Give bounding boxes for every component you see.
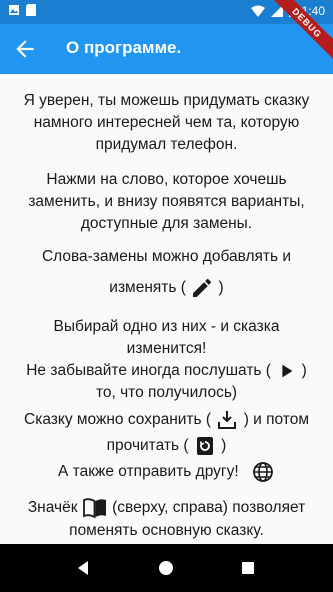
- text-line: доступные для замены.: [80, 215, 253, 232]
- play-icon: [282, 364, 293, 378]
- text-fragment: ): [301, 362, 307, 380]
- text-fragment: ) и потом: [243, 411, 309, 429]
- circle-home-icon: [159, 561, 173, 575]
- text-fragment: Не забывайте иногда послушать (: [26, 362, 271, 380]
- text-fragment: Значёк: [27, 499, 78, 517]
- sd-card-icon: [26, 4, 36, 16]
- text-line: изменится!: [126, 340, 207, 357]
- wifi-icon: [250, 5, 265, 17]
- text-line: Сказку можно сохранить ( ) и потом: [0, 408, 333, 432]
- text-fragment: прочитать (: [106, 437, 189, 455]
- nav-back-button[interactable]: [72, 556, 96, 580]
- restore-icon: [196, 437, 213, 455]
- replacement-words-paragraph: Слова-замены можно добавлять и изменять …: [0, 246, 333, 300]
- text-fragment: ): [221, 437, 227, 455]
- intro-paragraph: Я уверен, ты можешь придумать сказку нам…: [0, 90, 333, 156]
- text-fragment: Сказку можно сохранить (: [24, 411, 212, 429]
- nav-home-button[interactable]: [154, 556, 178, 580]
- status-left-icons: [8, 4, 36, 16]
- back-button[interactable]: [12, 36, 38, 62]
- debug-banner: DEBUG: [273, 0, 333, 60]
- square-recents-icon: [242, 562, 254, 574]
- page-title: О программе.: [66, 38, 182, 57]
- text-line: поменять основную сказку.: [69, 522, 264, 539]
- system-nav-bar: [0, 544, 333, 592]
- share-paragraph: А также отправить другу!: [0, 460, 333, 484]
- text-line: Не забывайте иногда послушать ( ): [0, 360, 333, 382]
- book-paragraph: Значёк (сверху, справа) позволяет поменя…: [0, 496, 333, 542]
- debug-label: DEBUG: [273, 0, 333, 60]
- text-fragment: (сверху, справа) позволяет: [112, 499, 306, 517]
- text-line: Нажми на слово, которое хочешь: [46, 171, 287, 188]
- text-line: прочитать ( ): [0, 434, 333, 458]
- nav-recents-button[interactable]: [236, 556, 260, 580]
- text-line: намного интересней чем та, которую: [33, 114, 300, 131]
- text-line: придумал телефон.: [95, 136, 238, 153]
- photo-notification-icon: [9, 5, 19, 15]
- tap-word-paragraph: Нажми на слово, которое хочешь заменить,…: [0, 169, 333, 235]
- text-line: заменить, и внизу появятся варианты,: [28, 193, 305, 210]
- text-line: Слова-замены можно добавлять и: [41, 248, 292, 265]
- text-line: А также отправить другу!: [0, 460, 333, 484]
- text-fragment: А также отправить другу!: [58, 463, 239, 481]
- text-line: то, что получилось): [95, 384, 238, 402]
- pencil-icon: [193, 278, 212, 297]
- text-line: Выбирай одно из них - и сказка: [53, 318, 280, 335]
- save-paragraph: Сказку можно сохранить ( ) и потом: [0, 408, 333, 432]
- download-icon: [218, 411, 237, 429]
- text-line: Значёк (сверху, справа) позволяет: [0, 496, 333, 520]
- read-paragraph: прочитать ( ): [0, 434, 333, 458]
- arrow-back-icon: [16, 40, 34, 58]
- text-fragment: ): [218, 279, 224, 297]
- text-line: изменять ( ): [0, 276, 333, 300]
- book-icon: [82, 498, 106, 519]
- listen-paragraph: Не забывайте иногда послушать ( ) то, чт…: [0, 360, 333, 404]
- about-content: Я уверен, ты можешь придумать сказку нам…: [0, 74, 333, 548]
- globe-icon: [253, 462, 273, 482]
- triangle-back-icon: [78, 561, 88, 575]
- text-line: Я уверен, ты можешь придумать сказку: [23, 92, 310, 109]
- choose-one-paragraph: Выбирай одно из них - и сказка изменится…: [0, 316, 333, 360]
- text-fragment: изменять (: [109, 279, 186, 297]
